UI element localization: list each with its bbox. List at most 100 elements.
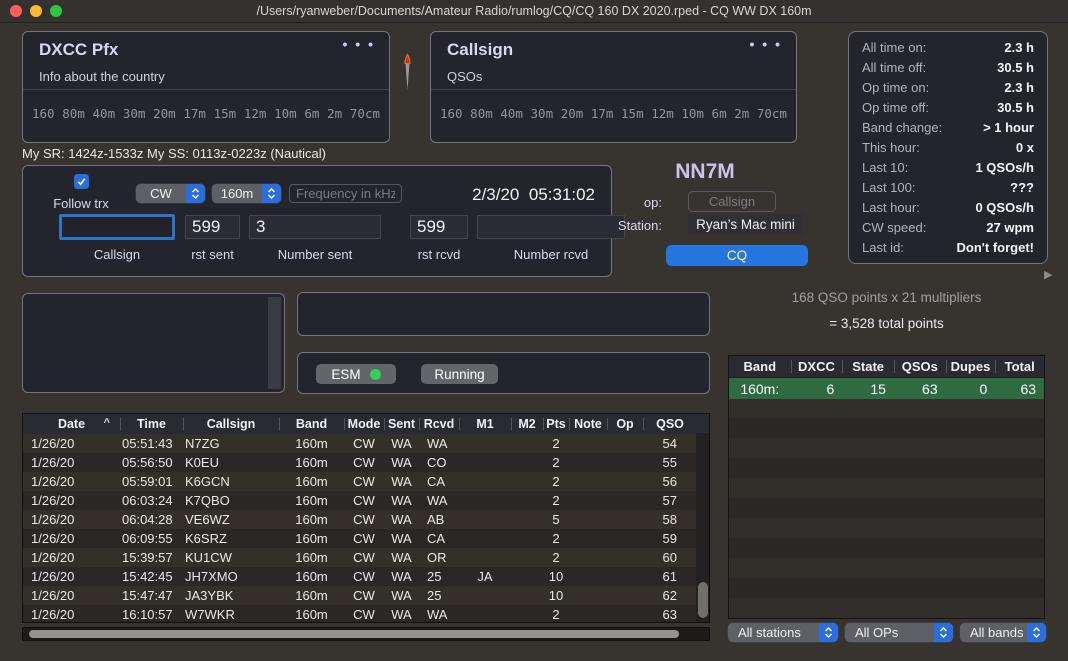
rcvd-cell: AB [419, 510, 459, 529]
log-header-note[interactable]: Note [569, 414, 607, 434]
band-cell: 160m: [729, 378, 791, 399]
bands-filter-select[interactable]: All bands [960, 623, 1046, 642]
stat-label: This hour: [862, 140, 920, 155]
mode-select-value: CW [136, 184, 186, 203]
state-cell: 15 [842, 378, 894, 399]
op-cell [607, 529, 643, 548]
date-cell: 1/26/20 [23, 510, 120, 529]
log-row[interactable]: 1/26/20 05:59:01 K6GCN 160m CW WA CA 2 5… [23, 472, 709, 491]
band-summary-header: Band DXCC State QSOs Dupes Total [729, 356, 1044, 378]
more-options-icon[interactable]: • • • [750, 36, 782, 52]
log-header-date[interactable]: Date^ [23, 414, 120, 434]
log-header-sent[interactable]: Sent [384, 414, 419, 434]
band-label: 17m [591, 106, 614, 121]
scrollbar-thumb[interactable] [698, 582, 708, 618]
stat-row: CW speed: 27 wpm [862, 220, 1034, 235]
running-button-label: Running [434, 367, 484, 382]
band-cell: 160m [279, 605, 344, 623]
log-header-mode[interactable]: Mode [344, 414, 384, 434]
log-header-pts[interactable]: Pts [543, 414, 569, 434]
scrollbar-thumb[interactable] [29, 630, 679, 638]
band-label: 17m [183, 106, 206, 121]
log-header-qso[interactable]: QSO [643, 414, 697, 434]
check-icon [76, 176, 87, 187]
rumlog-window: /Users/ryanweber/Documents/Amateur Radio… [0, 0, 1068, 661]
band-cell: 160m [279, 453, 344, 472]
log-header-rcvd[interactable]: Rcvd [419, 414, 459, 434]
rst-sent-input[interactable] [185, 215, 240, 239]
callsign-entry-input[interactable] [59, 214, 175, 240]
pts-cell: 2 [543, 434, 569, 453]
band-cell: 160m [279, 567, 344, 586]
callsign-cell: JH7XMO [183, 567, 279, 586]
follow-trx-label: Follow trx [43, 196, 119, 211]
esm-button-label: ESM [331, 367, 360, 382]
log-row[interactable]: 1/26/20 15:39:57 KU1CW 160m CW WA OR 2 6… [23, 548, 709, 567]
op-cell [607, 453, 643, 472]
band-cell: 160m [279, 472, 344, 491]
cq-button[interactable]: CQ [666, 245, 808, 266]
log-row[interactable]: 1/26/20 05:56:50 K0EU 160m CW WA CO 2 55 [23, 453, 709, 472]
note-cell [569, 529, 607, 548]
stepper-chevrons-icon [1027, 623, 1046, 642]
stat-label: Last 10: [862, 160, 908, 175]
log-row[interactable]: 1/26/20 15:47:47 JA3YBK 160m CW WA 25 10… [23, 586, 709, 605]
band-label: 12m [651, 106, 674, 121]
divider [431, 89, 796, 90]
m1-cell [459, 472, 511, 491]
stat-value: 27 wpm [986, 220, 1034, 235]
log-row[interactable]: 1/26/20 06:04:28 VE6WZ 160m CW WA AB 5 5… [23, 510, 709, 529]
log-header-callsign[interactable]: Callsign [183, 414, 279, 434]
ops-filter-value: All OPs [845, 623, 934, 642]
sent-cell: WA [384, 586, 419, 605]
time-cell: 05:56:50 [120, 453, 183, 472]
running-button[interactable]: Running [421, 364, 498, 384]
log-table-body: 1/26/20 05:51:43 N7ZG 160m CW WA WA 2 54 [23, 434, 709, 623]
stepper-chevrons-icon [819, 623, 838, 642]
band-select[interactable]: 160m [212, 184, 281, 203]
log-header-time[interactable]: Time [120, 414, 183, 434]
band-label: 6m [304, 106, 319, 121]
window-controls [10, 5, 62, 17]
zoom-button[interactable] [50, 5, 62, 17]
stat-value: Don't forget! [957, 240, 1034, 255]
close-button[interactable] [10, 5, 22, 17]
minimize-button[interactable] [30, 5, 42, 17]
op-callsign-input[interactable] [688, 191, 776, 212]
rcvd-cell: CA [419, 529, 459, 548]
mode-cell: CW [344, 605, 384, 623]
log-row[interactable]: 1/26/20 15:42:45 JH7XMO 160m CW WA 25 JA… [23, 567, 709, 586]
log-row[interactable]: 1/26/20 06:09:55 K6SRZ 160m CW WA CA 2 5… [23, 529, 709, 548]
m1-cell [459, 605, 511, 623]
callsign-cell: K6GCN [183, 472, 279, 491]
log-vertical-scrollbar[interactable] [696, 433, 709, 622]
dxcc-card: DXCC Pfx • • • Info about the country 16… [22, 31, 390, 143]
stations-filter-select[interactable]: All stations [728, 623, 838, 642]
esm-button[interactable]: ESM [316, 364, 396, 384]
number-sent-input[interactable] [249, 215, 381, 239]
follow-trx-checkbox[interactable] [74, 174, 89, 189]
mode-cell: CW [344, 434, 384, 453]
rst-rcvd-input[interactable] [410, 215, 468, 239]
mode-select[interactable]: CW [136, 184, 205, 203]
disclosure-arrow-icon[interactable]: ▶ [1044, 268, 1052, 281]
log-header-m1[interactable]: M1 [459, 414, 511, 434]
log-horizontal-scrollbar[interactable] [22, 627, 710, 641]
log-header-m2[interactable]: M2 [511, 414, 543, 434]
pts-cell: 5 [543, 510, 569, 529]
more-options-icon[interactable]: • • • [343, 36, 375, 52]
frequency-input[interactable] [289, 184, 402, 203]
divider [23, 89, 389, 90]
scrollbar-track[interactable] [268, 297, 281, 389]
log-row[interactable]: 1/26/20 05:51:43 N7ZG 160m CW WA WA 2 54 [23, 434, 709, 453]
date-cell: 1/26/20 [23, 529, 120, 548]
log-row[interactable]: 1/26/20 06:03:24 K7QBO 160m CW WA WA 2 5… [23, 491, 709, 510]
score-summary: 168 QSO points x 21 multipliers = 3,528 … [728, 290, 1045, 331]
band-summary-row-160m[interactable]: 160m: 6 15 63 0 63 [729, 378, 1044, 399]
m1-cell [459, 491, 511, 510]
log-row[interactable]: 1/26/20 16:10:57 W7WKR 160m CW WA WA 2 6… [23, 605, 709, 623]
ops-filter-select[interactable]: All OPs [845, 623, 953, 642]
log-header-op[interactable]: Op [607, 414, 643, 434]
log-header-band[interactable]: Band [279, 414, 344, 434]
m2-cell [511, 453, 543, 472]
